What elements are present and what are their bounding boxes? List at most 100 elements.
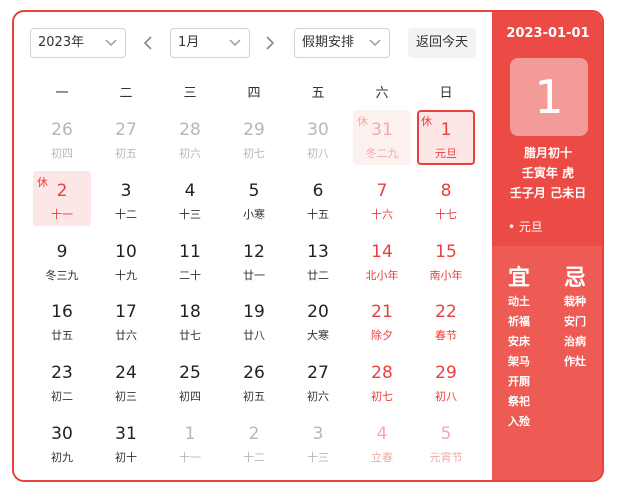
lunar-label: 大寒 bbox=[307, 329, 329, 343]
calendar-widget: 2023年 1月 假期安排 返回今天 一二三四五六日 26 初四 27 初五 28 初六 2… bbox=[12, 10, 604, 482]
day-number: 25 bbox=[179, 363, 201, 384]
day-cell[interactable]: 28 初六 bbox=[158, 108, 222, 169]
lunar-label: 初九 bbox=[51, 450, 73, 464]
day-number: 22 bbox=[435, 302, 457, 323]
day-cell[interactable]: 4 立春 bbox=[350, 412, 414, 473]
day-cell[interactable]: 26 初四 bbox=[30, 108, 94, 169]
day-cell[interactable]: 24 初三 bbox=[94, 351, 158, 412]
day-number: 31 bbox=[115, 423, 137, 444]
day-cell[interactable]: 13 廿二 bbox=[286, 230, 350, 291]
day-number: 30 bbox=[51, 423, 73, 444]
day-cell[interactable]: 休 31 冬二九 bbox=[350, 108, 414, 169]
day-cell[interactable]: 6 十五 bbox=[286, 169, 350, 230]
chevron-down-icon bbox=[105, 39, 117, 47]
day-number: 11 bbox=[179, 241, 201, 262]
day-cell[interactable]: 8 十七 bbox=[414, 169, 478, 230]
festival-label: • 元旦 bbox=[508, 220, 543, 234]
ganzhi-year: 壬寅年 虎 bbox=[521, 166, 575, 180]
ji-title: 忌 bbox=[564, 266, 587, 291]
holiday-select[interactable]: 假期安排 bbox=[294, 28, 390, 58]
chevron-down-icon bbox=[229, 39, 241, 47]
day-number: 3 bbox=[312, 423, 324, 444]
month-select[interactable]: 1月 bbox=[170, 28, 250, 58]
weekday-label: 一 bbox=[55, 86, 69, 101]
day-cell[interactable]: 休 2 十一 bbox=[30, 169, 94, 230]
next-month-icon[interactable] bbox=[260, 34, 278, 52]
ganzhi-month-day: 壬子月 己未日 bbox=[509, 186, 587, 200]
day-cell[interactable]: 3 十二 bbox=[94, 169, 158, 230]
prev-month-icon[interactable] bbox=[140, 34, 158, 52]
day-cell[interactable]: 休 1 元旦 bbox=[414, 108, 478, 169]
day-cell[interactable]: 19 廿八 bbox=[222, 290, 286, 351]
day-cell[interactable]: 4 十三 bbox=[158, 169, 222, 230]
day-cell[interactable]: 5 小寒 bbox=[222, 169, 286, 230]
day-cell[interactable]: 14 北小年 bbox=[350, 230, 414, 291]
lunar-label: 十九 bbox=[115, 268, 137, 282]
day-number: 8 bbox=[440, 180, 452, 201]
day-number: 16 bbox=[51, 302, 73, 323]
day-cell[interactable]: 22 春节 bbox=[414, 290, 478, 351]
day-cell[interactable]: 21 除夕 bbox=[350, 290, 414, 351]
lunar-label: 二十 bbox=[179, 268, 201, 282]
day-cell[interactable]: 5 元宵节 bbox=[414, 412, 478, 473]
day-cell[interactable]: 17 廿六 bbox=[94, 290, 158, 351]
lunar-label: 初二 bbox=[51, 390, 73, 404]
day-number: 19 bbox=[243, 302, 265, 323]
calendar-week-row: 休 2 十一 3 十二 4 十三 5 小寒 6 十五 7 十六 8 十七 bbox=[30, 169, 478, 230]
day-cell[interactable]: 29 初七 bbox=[222, 108, 286, 169]
day-cell[interactable]: 2 十二 bbox=[222, 412, 286, 473]
day-cell[interactable]: 20 大寒 bbox=[286, 290, 350, 351]
day-number: 27 bbox=[307, 363, 329, 384]
yi-item: 入殓 bbox=[508, 415, 530, 428]
calendar-main: 2023年 1月 假期安排 返回今天 一二三四五六日 26 初四 27 初五 28 初六 2… bbox=[14, 12, 492, 480]
day-cell[interactable]: 26 初五 bbox=[222, 351, 286, 412]
day-cell[interactable]: 1 十一 bbox=[158, 412, 222, 473]
day-number: 9 bbox=[56, 241, 68, 262]
year-select-value: 2023年 bbox=[38, 35, 85, 50]
day-cell[interactable]: 18 廿七 bbox=[158, 290, 222, 351]
day-cell[interactable]: 31 初十 bbox=[94, 412, 158, 473]
day-cell[interactable]: 10 十九 bbox=[94, 230, 158, 291]
day-number: 18 bbox=[179, 302, 201, 323]
day-number: 20 bbox=[307, 302, 329, 323]
day-number: 15 bbox=[435, 241, 457, 262]
day-number: 17 bbox=[115, 302, 137, 323]
day-cell[interactable]: 15 南小年 bbox=[414, 230, 478, 291]
day-cell[interactable]: 30 初九 bbox=[30, 412, 94, 473]
day-number: 21 bbox=[371, 302, 393, 323]
day-cell[interactable]: 12 廿一 bbox=[222, 230, 286, 291]
day-cell[interactable]: 27 初五 bbox=[94, 108, 158, 169]
day-number: 1 bbox=[440, 120, 452, 140]
day-cell[interactable]: 30 初八 bbox=[286, 108, 350, 169]
weekday-label: 六 bbox=[375, 86, 389, 101]
day-cell[interactable]: 29 初八 bbox=[414, 351, 478, 412]
day-cell[interactable]: 28 初七 bbox=[350, 351, 414, 412]
lunar-date: 腊月初十 bbox=[523, 146, 572, 160]
chevron-down-icon bbox=[369, 39, 381, 47]
day-number: 13 bbox=[307, 241, 329, 262]
day-cell[interactable]: 11 二十 bbox=[158, 230, 222, 291]
day-number: 3 bbox=[120, 180, 132, 201]
day-cell[interactable]: 27 初六 bbox=[286, 351, 350, 412]
yi-item: 动土 bbox=[508, 295, 530, 308]
yi-list: 动土 祈福 安床 架马 开厕 祭祀 入殓 bbox=[508, 292, 530, 432]
weekday-label: 三 bbox=[183, 86, 197, 101]
day-cell[interactable]: 9 冬三九 bbox=[30, 230, 94, 291]
day-number: 2 bbox=[248, 423, 260, 444]
day-cell[interactable]: 16 廿五 bbox=[30, 290, 94, 351]
year-select[interactable]: 2023年 bbox=[30, 28, 126, 58]
lunar-label: 初六 bbox=[179, 147, 201, 160]
ji-list: 栽种 安门 治病 作灶 bbox=[564, 292, 586, 372]
day-cell[interactable]: 23 初二 bbox=[30, 351, 94, 412]
ji-item: 安门 bbox=[564, 315, 586, 328]
day-detail-panel: 2023-01-01 1 腊月初十 壬寅年 虎 壬子月 己未日 • 元旦 宜 忌… bbox=[492, 12, 602, 480]
day-number: 29 bbox=[435, 363, 457, 384]
back-to-today-button[interactable]: 返回今天 bbox=[408, 28, 476, 58]
lunar-label: 初六 bbox=[307, 390, 329, 404]
weekday-label: 四 bbox=[247, 86, 261, 101]
day-cell[interactable]: 25 初四 bbox=[158, 351, 222, 412]
day-number: 24 bbox=[115, 363, 137, 384]
day-cell[interactable]: 7 十六 bbox=[350, 169, 414, 230]
lunar-label: 初四 bbox=[51, 147, 73, 160]
day-cell[interactable]: 3 十三 bbox=[286, 412, 350, 473]
